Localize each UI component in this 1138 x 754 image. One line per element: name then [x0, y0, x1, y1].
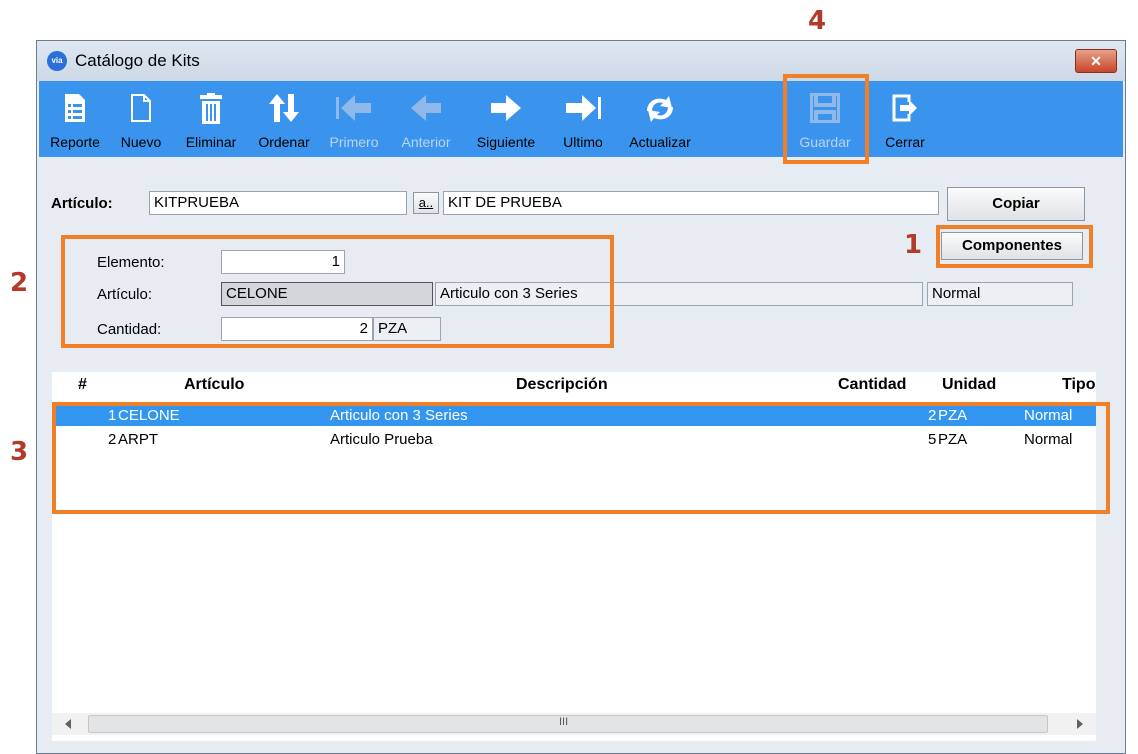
- app-logo-icon: via: [47, 51, 67, 71]
- report-button[interactable]: Reporte: [43, 81, 107, 157]
- scroll-right-icon[interactable]: [1076, 719, 1084, 729]
- column-header-cantidad[interactable]: Cantidad: [838, 376, 906, 394]
- horizontal-scrollbar[interactable]: III: [52, 713, 1096, 735]
- close-window-button[interactable]: ✕: [1075, 49, 1117, 73]
- annotation-box-grid-rows: [52, 402, 1110, 514]
- annotation-number-1: 1: [904, 230, 923, 260]
- sort-button-label: Ordenar: [258, 134, 310, 150]
- annotation-number-4: 4: [808, 6, 827, 36]
- delete-button-label: Eliminar: [185, 134, 237, 150]
- sort-button[interactable]: Ordenar: [251, 81, 317, 157]
- scroll-grip-icon: III: [559, 716, 569, 728]
- first-button[interactable]: Primero: [321, 81, 387, 157]
- annotation-number-2: 2: [10, 268, 29, 298]
- report-button-label: Reporte: [50, 134, 100, 150]
- grid-header: # Artículo Descripción Cantidad Unidad T…: [52, 372, 1096, 400]
- sort-arrows-icon: [269, 94, 299, 122]
- refresh-button-label: Actualizar: [629, 134, 691, 150]
- toolbar: Reporte Nuevo Eliminar Ordenar Primero A…: [39, 81, 1123, 157]
- detail-tipo-field: Normal: [927, 282, 1073, 306]
- refresh-icon: [647, 96, 673, 122]
- first-arrow-icon: [336, 95, 371, 121]
- next-arrow-icon: [491, 95, 521, 121]
- close-button-label: Cerrar: [885, 134, 925, 150]
- title-bar: via Catálogo de Kits ✕: [37, 41, 1125, 81]
- annotation-box-detail-form: [61, 235, 614, 348]
- previous-arrow-icon: [411, 95, 441, 121]
- last-button[interactable]: Ultimo: [553, 81, 613, 157]
- first-button-label: Primero: [329, 134, 379, 150]
- articulo-lookup-button[interactable]: a..: [413, 192, 439, 214]
- delete-button[interactable]: Eliminar: [175, 81, 247, 157]
- scroll-left-icon[interactable]: [64, 719, 72, 729]
- new-button[interactable]: Nuevo: [111, 81, 171, 157]
- kit-description-field[interactable]: KIT DE PRUEBA: [443, 191, 939, 215]
- window-title: Catálogo de Kits: [75, 51, 200, 70]
- next-button[interactable]: Siguiente: [463, 81, 549, 157]
- last-arrow-icon: [566, 95, 601, 121]
- annotation-number-3: 3: [10, 437, 29, 467]
- report-icon: [65, 94, 85, 122]
- previous-button[interactable]: Anterior: [391, 81, 461, 157]
- column-header-number[interactable]: #: [78, 376, 87, 394]
- exit-icon: [892, 94, 917, 122]
- previous-button-label: Anterior: [401, 134, 451, 150]
- refresh-button[interactable]: Actualizar: [617, 81, 703, 157]
- annotation-box-components: [936, 225, 1093, 268]
- scrollbar-thumb[interactable]: III: [88, 715, 1048, 733]
- kit-articulo-label: Artículo:: [51, 195, 113, 212]
- column-header-unidad[interactable]: Unidad: [942, 376, 996, 394]
- new-document-icon: [131, 94, 151, 122]
- annotation-box-save: [783, 74, 869, 164]
- trash-icon: [200, 93, 222, 124]
- column-header-tipo[interactable]: Tipo: [1062, 376, 1095, 394]
- last-button-label: Ultimo: [563, 134, 603, 150]
- kit-articulo-field[interactable]: KITPRUEBA: [149, 191, 407, 215]
- column-header-articulo[interactable]: Artículo: [184, 376, 244, 394]
- close-button[interactable]: Cerrar: [875, 81, 935, 157]
- new-button-label: Nuevo: [120, 134, 162, 150]
- copy-button[interactable]: Copiar: [947, 187, 1085, 221]
- next-button-label: Siguiente: [476, 134, 536, 150]
- column-header-descripcion[interactable]: Descripción: [516, 376, 608, 394]
